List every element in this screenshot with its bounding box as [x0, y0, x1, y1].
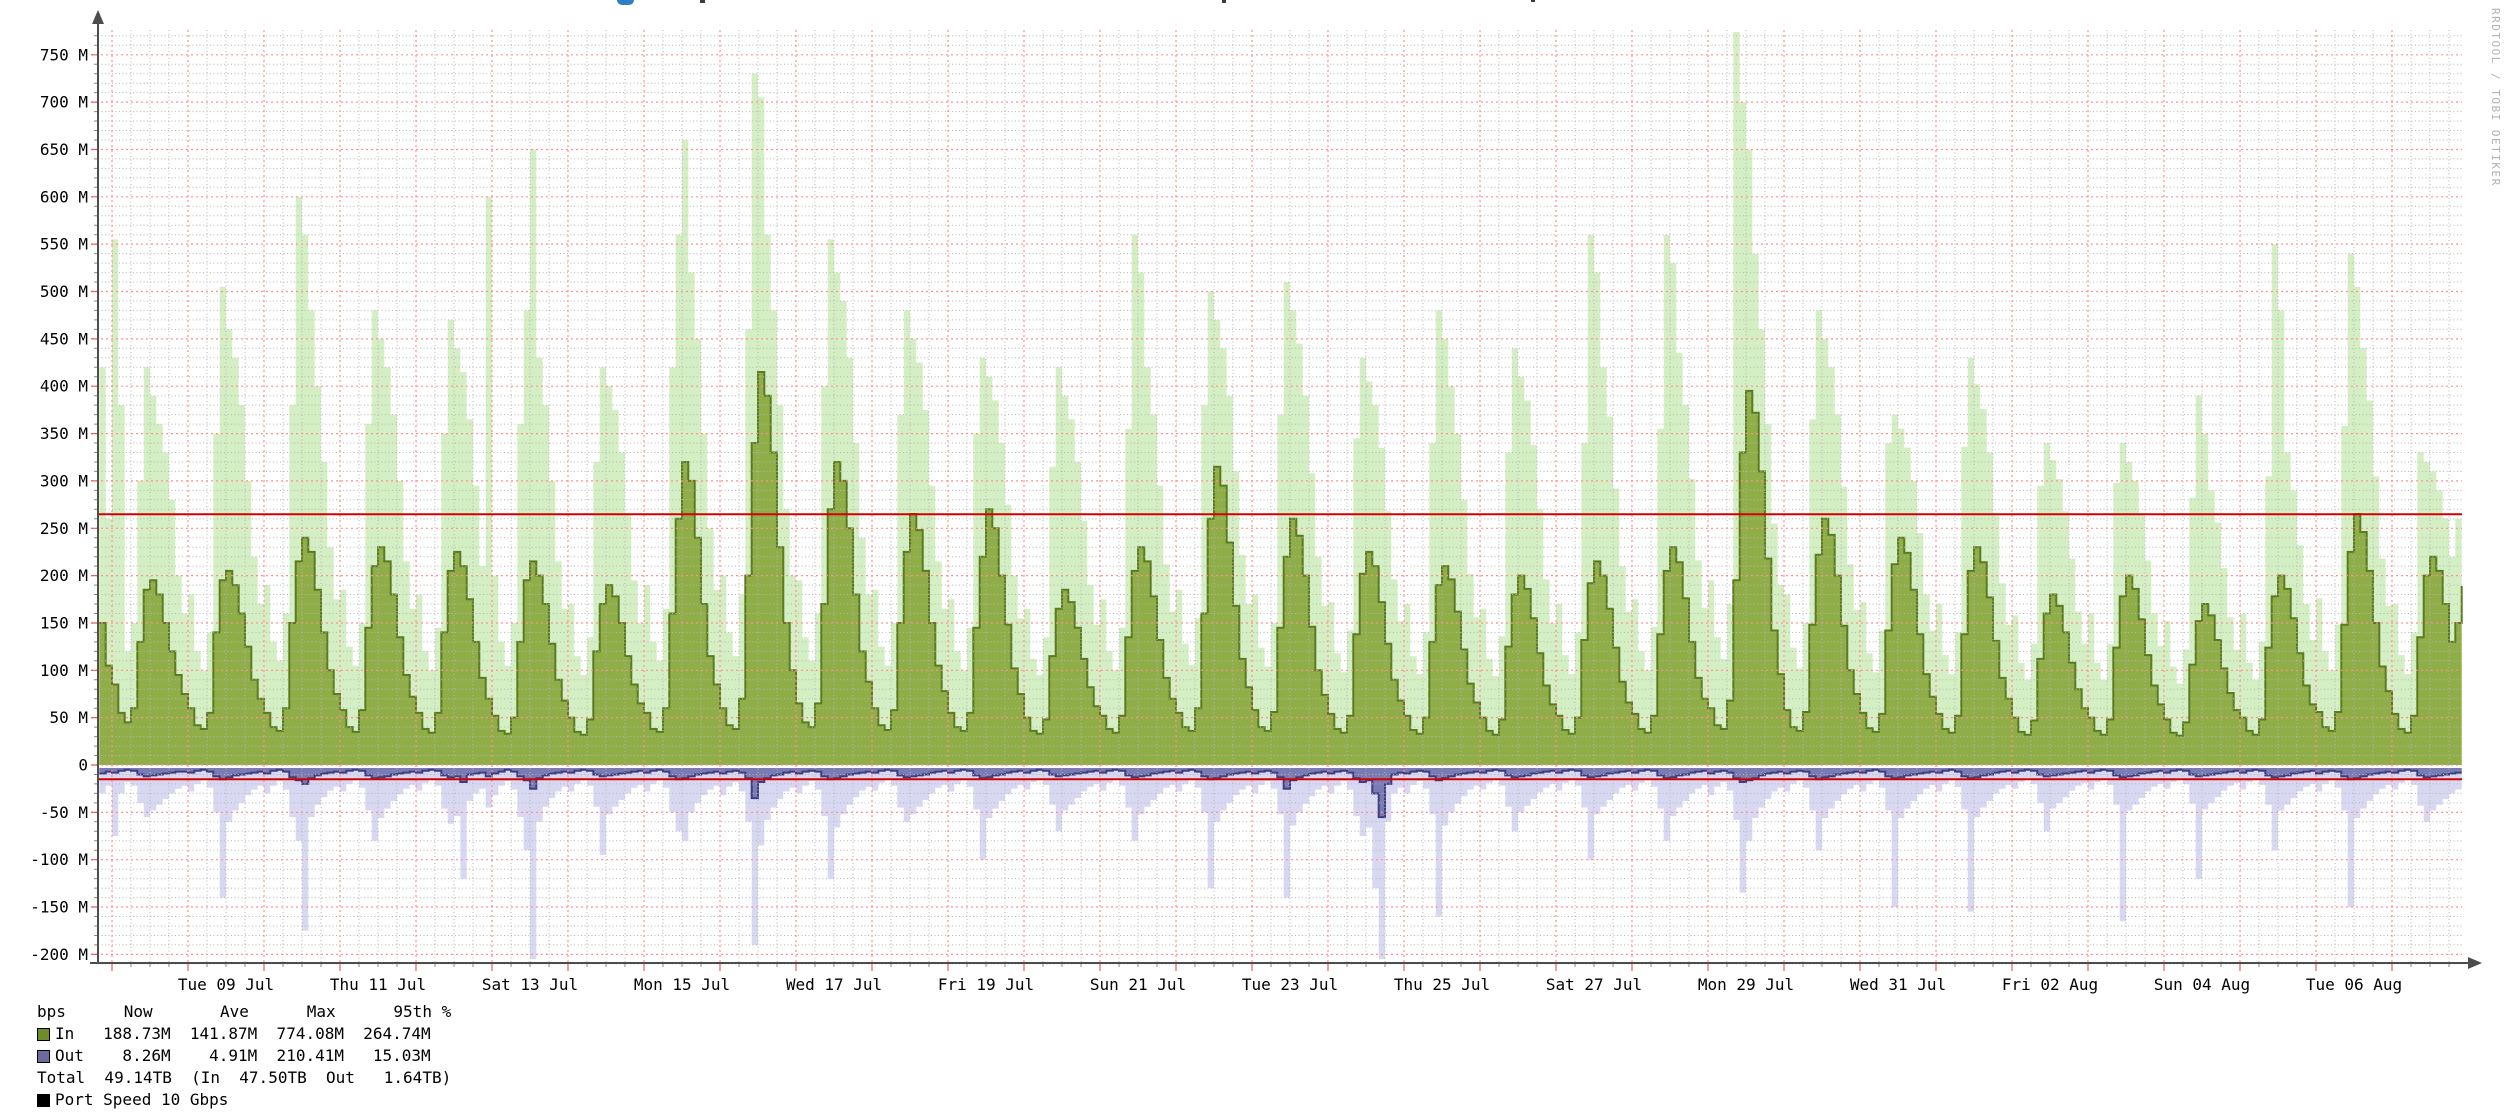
x-axis-label: Sun 04 Aug	[2154, 975, 2250, 994]
x-axis-label: Fri 02 Aug	[2002, 975, 2098, 994]
legend-total-text: Total 49.14TB (In 47.50TB Out 1.64TB)	[37, 1067, 451, 1089]
x-axis-label: Sat 27 Jul	[1546, 975, 1642, 994]
y-axis-label: 250 M	[40, 519, 88, 538]
legend-port-speed-text: Port Speed 10 Gbps	[55, 1089, 228, 1111]
x-axis-label: Fri 19 Jul	[938, 975, 1034, 994]
y-axis-label: 700 M	[40, 93, 88, 112]
chart-legend: bps Now Ave Max 95th % In 188.73M 141.87…	[37, 1001, 451, 1111]
x-axis-label: Thu 11 Jul	[330, 975, 426, 994]
y-axis-arrow-icon	[92, 10, 104, 24]
y-axis-label: 500 M	[40, 282, 88, 301]
rrdtool-traffic-graph-page: 750 M 700 M 650 M 600 M 550 M 500 M 450 M 400 M…	[0, 0, 2518, 1116]
x-axis-arrow-icon	[2468, 957, 2482, 969]
legend-row-port-speed: Port Speed 10 Gbps	[37, 1089, 451, 1111]
y-axis-label: 450 M	[40, 329, 88, 348]
y-axis-label: 350 M	[40, 424, 88, 443]
y-axis-label: -100 M	[30, 850, 88, 869]
legend-row-in: In 188.73M 141.87M 774.08M 264.74M	[37, 1023, 451, 1045]
x-axis-label: Sun 21 Jul	[1090, 975, 1186, 994]
x-axis-label: Wed 17 Jul	[786, 975, 882, 994]
y-axis-label: 400 M	[40, 377, 88, 396]
y-axis-label: 550 M	[40, 235, 88, 254]
y-axis-label: -50 M	[40, 803, 88, 822]
x-axis-label: Tue 06 Aug	[2306, 975, 2402, 994]
y-axis-label: 0	[78, 756, 88, 775]
out-series-swatch	[37, 1050, 50, 1063]
y-axis-label: 200 M	[40, 566, 88, 585]
traffic-chart: 750 M 700 M 650 M 600 M 550 M 500 M 450 M 400 M…	[0, 0, 2518, 1000]
y-axis-label: 300 M	[40, 471, 88, 490]
x-axis-label: Thu 25 Jul	[1394, 975, 1490, 994]
y-axis-major-ticks	[91, 55, 98, 955]
y-axis-label: 750 M	[40, 45, 88, 64]
rrdtool-watermark: RRDTOOL / TOBI OETIKER	[2489, 8, 2502, 187]
y-axis-label: -150 M	[30, 898, 88, 917]
legend-row-total: Total 49.14TB (In 47.50TB Out 1.64TB)	[37, 1067, 451, 1089]
y-axis-label: 50 M	[49, 708, 88, 727]
y-axis-label: -200 M	[30, 945, 88, 964]
legend-header-row: bps Now Ave Max 95th %	[37, 1001, 451, 1023]
x-axis-label: Mon 29 Jul	[1698, 975, 1794, 994]
x-axis-label: Mon 15 Jul	[634, 975, 730, 994]
y-axis-label: 650 M	[40, 140, 88, 159]
x-axis-label: Sat 13 Jul	[482, 975, 578, 994]
y-axis-label: 150 M	[40, 614, 88, 633]
in-series-swatch	[37, 1028, 50, 1041]
legend-in-text: In 188.73M 141.87M 774.08M 264.74M	[55, 1023, 431, 1045]
x-axis-label: Wed 31 Jul	[1850, 975, 1946, 994]
y-axis-label: 100 M	[40, 661, 88, 680]
legend-out-text: Out 8.26M 4.91M 210.41M 15.03M	[55, 1045, 431, 1067]
legend-header-text: bps Now Ave Max 95th %	[37, 1001, 451, 1023]
x-axis-label: Tue 09 Jul	[178, 975, 274, 994]
port-speed-swatch	[37, 1094, 50, 1107]
y-axis-label: 600 M	[40, 187, 88, 206]
x-axis-label: Tue 23 Jul	[1242, 975, 1338, 994]
legend-row-out: Out 8.26M 4.91M 210.41M 15.03M	[37, 1045, 451, 1067]
